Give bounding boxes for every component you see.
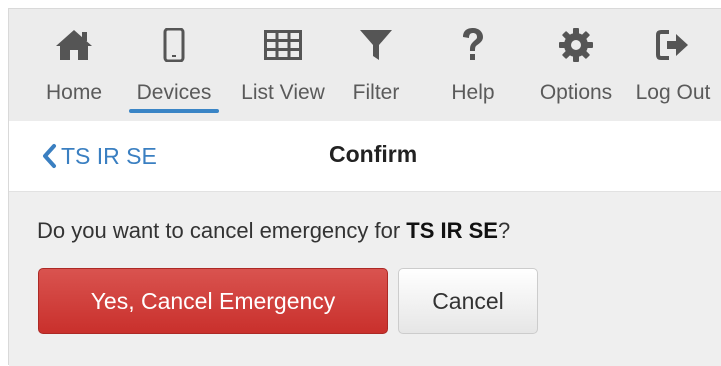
toolbar-item-filter[interactable]: Filter bbox=[343, 9, 409, 121]
toolbar-item-list-view[interactable]: List View bbox=[229, 9, 337, 121]
app-frame: Home Devices List View Filter Help Optio… bbox=[8, 8, 721, 366]
back-link-label: TS IR SE bbox=[61, 142, 157, 169]
confirm-cancel-emergency-button[interactable]: Yes, Cancel Emergency bbox=[38, 268, 388, 334]
toolbar-item-options[interactable]: Options bbox=[529, 9, 623, 121]
device-name: TS IR SE bbox=[406, 218, 498, 243]
prompt-prefix: Do you want to cancel emergency for bbox=[37, 218, 407, 243]
table-grid-icon bbox=[263, 25, 303, 65]
toolbar-item-help[interactable]: Help bbox=[441, 9, 505, 121]
sign-out-icon bbox=[653, 25, 693, 65]
toolbar-item-devices[interactable]: Devices bbox=[127, 9, 221, 121]
toolbar-label: Help bbox=[451, 81, 495, 104]
mobile-device-icon bbox=[154, 25, 194, 65]
back-link[interactable]: TS IR SE bbox=[41, 139, 157, 173]
cancel-button[interactable]: Cancel bbox=[398, 268, 538, 334]
confirm-prompt: Do you want to cancel emergency for TS I… bbox=[37, 218, 510, 244]
toolbar-label: Devices bbox=[136, 81, 212, 104]
question-mark-icon bbox=[453, 25, 493, 65]
confirm-dialog: Do you want to cancel emergency for TS I… bbox=[9, 192, 721, 366]
toolbar-label: Home bbox=[45, 81, 103, 104]
chevron-left-icon bbox=[41, 143, 57, 169]
filter-funnel-icon bbox=[356, 25, 396, 65]
top-toolbar: Home Devices List View Filter Help Optio… bbox=[9, 9, 721, 121]
prompt-suffix: ? bbox=[497, 218, 511, 243]
home-icon bbox=[54, 25, 94, 65]
toolbar-label: Options bbox=[539, 81, 613, 104]
toolbar-item-log-out[interactable]: Log Out bbox=[627, 9, 719, 121]
page-title: Confirm bbox=[329, 141, 418, 167]
active-tab-indicator bbox=[129, 109, 219, 113]
navigation-bar: TS IR SE Confirm bbox=[9, 121, 721, 192]
gear-icon bbox=[556, 25, 596, 65]
toolbar-item-home[interactable]: Home bbox=[31, 9, 117, 121]
toolbar-label: List View bbox=[241, 81, 325, 104]
toolbar-label: Filter bbox=[352, 81, 400, 104]
toolbar-label: Log Out bbox=[635, 81, 711, 104]
